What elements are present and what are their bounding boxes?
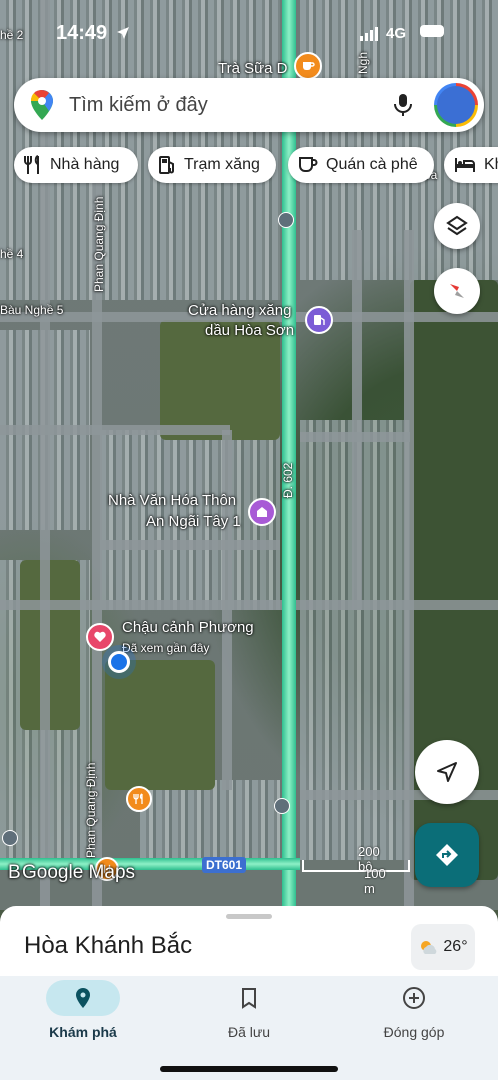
nav-explore[interactable]: Khám phá: [23, 980, 143, 1040]
microphone-icon[interactable]: [392, 92, 414, 118]
bottom-navigation: Khám phá Đã lưu Đóng góp: [0, 976, 498, 1080]
bookmark-icon: [242, 988, 256, 1009]
bed-icon: [455, 158, 475, 172]
bus-stop-icon[interactable]: [2, 830, 18, 846]
chip-restaurants[interactable]: Nhà hàng: [14, 147, 138, 183]
nav-saved-label: Đã lưu: [227, 1024, 271, 1040]
coffee-icon: [299, 157, 318, 172]
nav-contribute-label: Đóng góp: [383, 1024, 445, 1040]
route-badge-dt601: DT601: [202, 857, 247, 873]
map-label-nghe4: hề 4: [0, 247, 24, 261]
bus-stop-icon[interactable]: [278, 212, 294, 228]
avatar[interactable]: [434, 83, 478, 127]
chip-gas-stations-label: Trạm xăng: [184, 156, 260, 173]
nav-contribute[interactable]: Đóng góp: [354, 980, 474, 1040]
map-label-b: B: [8, 862, 21, 883]
chip-gas-stations[interactable]: Trạm xăng: [148, 147, 276, 183]
location-arrow-icon: [117, 27, 129, 39]
map-label-cua-hang-2[interactable]: dầu Hòa Sơn: [205, 322, 294, 339]
sheet-drag-handle[interactable]: [226, 914, 272, 919]
network-type: 4G: [386, 25, 407, 42]
favorite-heart-icon[interactable]: [86, 623, 114, 651]
chip-coffee-shops-label: Quán cà phê: [326, 156, 418, 173]
chip-hotels[interactable]: Kh: [444, 147, 498, 183]
add-circle-icon: [403, 987, 425, 1009]
map-label-bau-nghe5: Bàu Nghề 5: [0, 303, 64, 317]
gas-station-pin-icon[interactable]: [305, 306, 333, 334]
signal-bars-icon: [360, 27, 378, 41]
map-label-recently-viewed: Đã xem gần đây: [122, 641, 210, 655]
google-maps-logo: Google Maps: [22, 862, 136, 883]
partly-cloudy-icon: [421, 941, 437, 954]
compass-button[interactable]: [434, 268, 480, 314]
map-label-nha-van-hoa-1[interactable]: Nhà Văn Hóa Thôn: [108, 492, 236, 509]
search-bar[interactable]: Tìm kiếm ở đây: [14, 78, 484, 132]
map-label-phan-quang-dinh-top: Phan Quang Định: [92, 196, 106, 292]
layers-icon: [446, 215, 468, 236]
status-bar: 14:49 4G: [0, 0, 498, 60]
nav-saved[interactable]: Đã lưu: [189, 980, 309, 1040]
area-title: Hòa Khánh Bắc: [24, 932, 193, 959]
landmark-pin-icon[interactable]: [248, 498, 276, 526]
map-label-d602: Đ. 602: [281, 462, 295, 498]
directions-button[interactable]: [415, 823, 479, 887]
map-label-cua-hang-1[interactable]: Cửa hàng xăng: [188, 302, 291, 319]
weather-badge[interactable]: 26°: [411, 924, 475, 970]
google-maps-pin-logo-icon: [30, 90, 53, 120]
explore-pin-icon: [76, 988, 90, 1008]
chip-coffee-shops[interactable]: Quán cà phê: [288, 147, 434, 183]
layers-button[interactable]: [434, 203, 480, 249]
gas-station-icon: [159, 156, 174, 174]
navigation-arrow-icon: [437, 762, 457, 782]
map-label-nha-van-hoa-2[interactable]: An Ngãi Tây 1: [146, 513, 241, 530]
chip-hotels-label: Kh: [484, 156, 498, 173]
search-input[interactable]: Tìm kiếm ở đây: [69, 94, 208, 117]
bus-stop-icon[interactable]: [274, 798, 290, 814]
map-label-phan-quang-dinh-bottom: Phan Quang Định: [84, 762, 98, 858]
my-location-button[interactable]: [415, 740, 479, 804]
nav-explore-label: Khám phá: [49, 1024, 117, 1040]
directions-icon: [436, 844, 458, 866]
battery-icon: [420, 25, 444, 37]
scale-bottom-label: 100 m: [364, 866, 386, 896]
compass-icon: [450, 284, 464, 298]
chip-restaurants-label: Nhà hàng: [50, 156, 120, 173]
fork-knife-icon: [24, 155, 39, 174]
bottom-sheet[interactable]: Hòa Khánh Bắc 26°: [0, 906, 498, 986]
highway-602: [282, 0, 296, 910]
home-indicator: [160, 1066, 338, 1072]
restaurant-pin-icon[interactable]: [126, 786, 152, 812]
map-label-chau-canh[interactable]: Chậu cảnh Phương: [122, 619, 254, 636]
current-location-dot-icon: [108, 651, 130, 673]
temperature: 26°: [443, 938, 468, 955]
map-label-tra-sua[interactable]: Trà Sữa D: [218, 60, 288, 77]
status-time: 14:49: [56, 22, 108, 44]
